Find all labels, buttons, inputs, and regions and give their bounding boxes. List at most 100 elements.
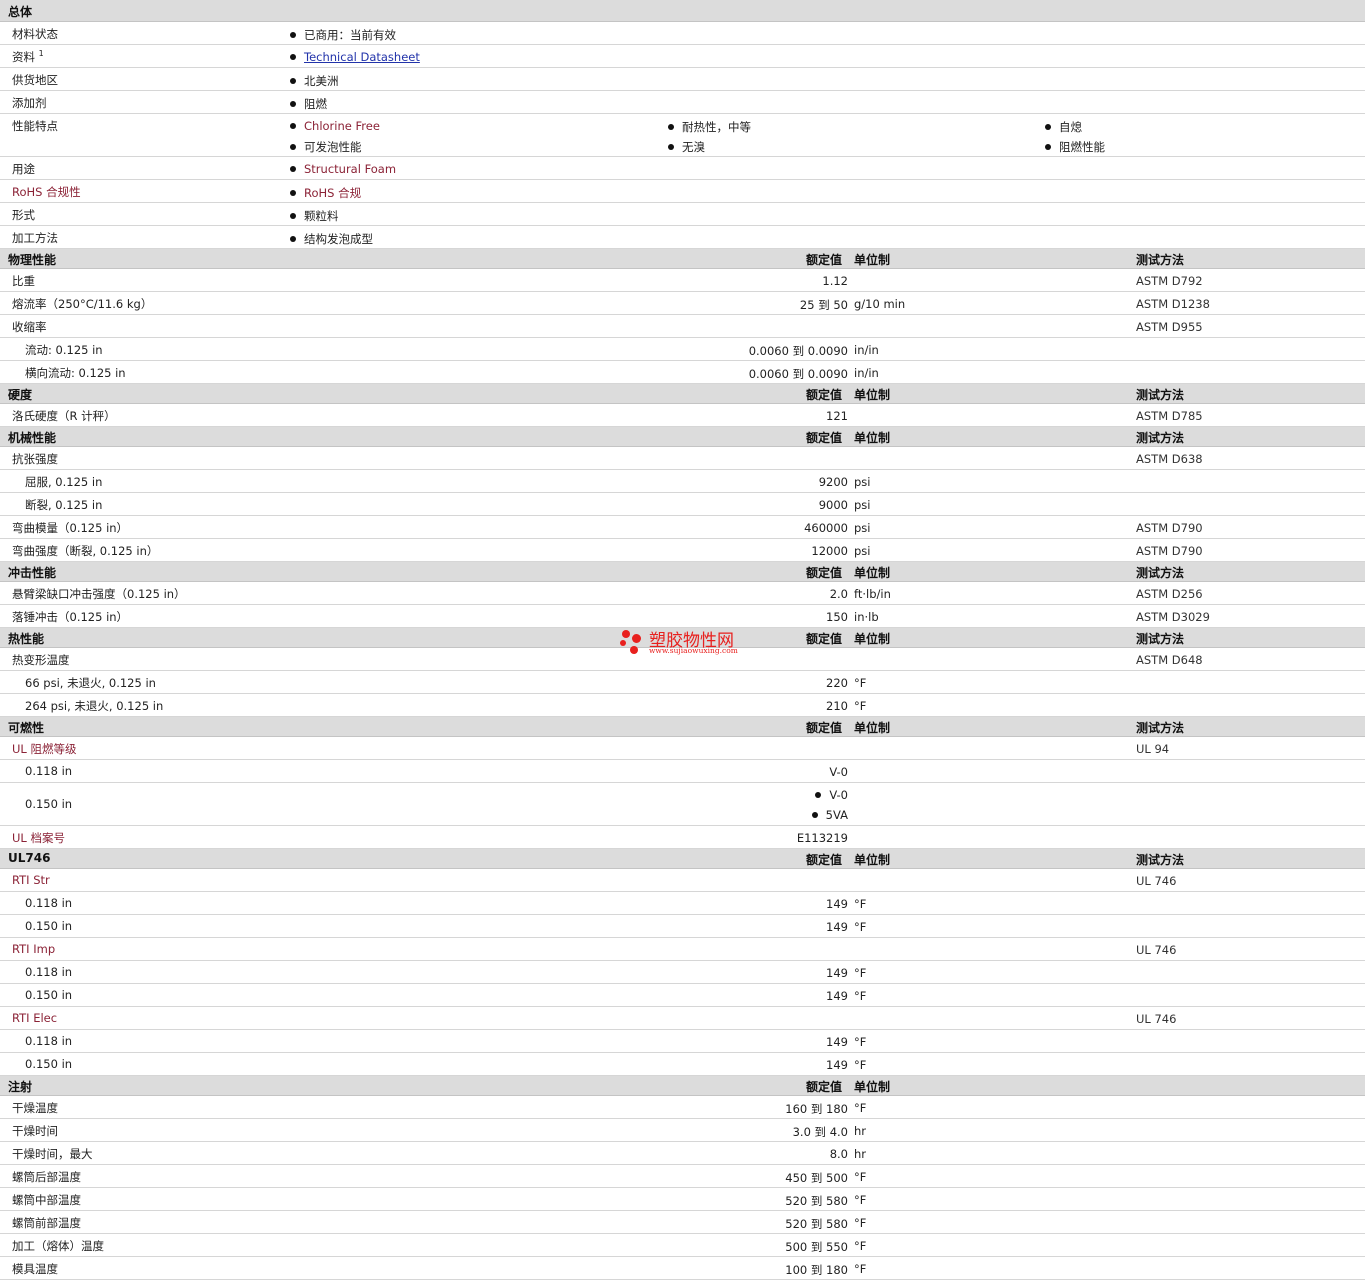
property-value: 160 到 180 [785,1102,848,1116]
test-method: ASTM D790 [1136,521,1203,535]
general-row: 材料状态 已商用：当前有效 [0,22,1365,45]
property-row: 弯曲模量（0.125 in） 460000 psi ASTM D790 [0,516,1365,539]
property-label: 66 psi, 未退火, 0.125 in [25,676,156,690]
property-unit: °F [854,1193,867,1207]
property-value: 8.0 [829,1147,848,1161]
test-method: UL 746 [1136,874,1177,888]
property-label: 干燥时间 [12,1124,58,1138]
property-label: UL 档案号 [12,831,65,845]
footnote-marker: 1 [38,49,44,59]
property-row: RTI Str UL 746 [0,869,1365,892]
test-method: ASTM D256 [1136,587,1203,601]
property-value: 450 到 500 [785,1171,848,1185]
property-row: 模具温度 100 到 180 °F [0,1257,1365,1280]
property-label: 落锤冲击（0.125 in） [12,610,129,624]
property-value: 9000 [818,498,848,512]
section-header: 物理性能 额定值 单位制 测试方法 [0,249,1365,269]
watermark-logo: 塑胶物性网 www.sujiaowuxing.com [618,624,758,660]
property-value: 210 [826,699,848,713]
property-label: RTI Imp [12,942,56,956]
property-row: 加工（熔体）温度 500 到 550 °F [0,1234,1365,1257]
column-test-method: 测试方法 [1136,388,1185,402]
column-nominal: 额定值 [806,253,843,267]
property-row: RTI Imp UL 746 [0,938,1365,961]
property-unit: hr [854,1147,867,1161]
column-unit: 单位制 [854,566,891,580]
bullet-item: RoHS 合规 [290,185,361,201]
property-row: 螺筒前部温度 520 到 580 °F [0,1211,1365,1234]
property-label: 断裂, 0.125 in [25,498,103,512]
section-title: 可燃性 [8,721,45,735]
property-value: 0.0060 到 0.0090 [748,367,848,381]
watermark-url: www.sujiaowuxing.com [649,646,738,655]
test-method: ASTM D785 [1136,409,1203,423]
bullet-item: Technical Datasheet [290,50,420,64]
property-row: 横向流动: 0.125 in 0.0060 到 0.0090 in/in [0,361,1365,384]
property-value: 25 到 50 [799,298,848,312]
column-nominal: 额定值 [806,853,843,867]
section-header: 机械性能 额定值 单位制 测试方法 [0,427,1365,447]
general-row: 形式 颗粒料 [0,203,1365,226]
property-unit: psi [854,544,871,558]
property-unit: °F [854,676,867,690]
property-row: 0.150 in 149 °F [0,1053,1365,1076]
property-unit: °F [854,1170,867,1184]
property-label: 0.150 in [25,988,73,1002]
property-row: 螺筒中部温度 520 到 580 °F [0,1188,1365,1211]
property-unit: °F [854,1035,867,1049]
property-value: 150 [826,610,848,624]
property-value: 0.0060 到 0.0090 [748,344,848,358]
property-row: RTI Elec UL 746 [0,1007,1365,1030]
property-row: 屈服, 0.125 in 9200 psi [0,470,1365,493]
property-unit: °F [854,1101,867,1115]
general-label: RoHS 合规性 [12,185,81,199]
column-test-method: 测试方法 [1136,632,1185,646]
property-value: 9200 [818,475,848,489]
property-value: 3.0 到 4.0 [792,1125,848,1139]
property-row: 264 psi, 未退火, 0.125 in 210 °F [0,694,1365,717]
property-label: 螺筒前部温度 [12,1216,81,1230]
column-unit: 单位制 [854,388,891,402]
property-label: 洛氏硬度（R 计秤） [12,409,116,423]
bullet-value: V-0 [815,788,848,802]
general-label: 性能特点 [12,119,58,133]
column-unit: 单位制 [854,431,891,445]
property-unit: °F [854,1058,867,1072]
property-value: 121 [826,409,848,423]
property-row: 0.118 in 149 °F [0,1030,1365,1053]
section-title: 总体 [8,5,33,19]
property-label: RTI Elec [12,1011,58,1025]
property-unit: °F [854,1239,867,1253]
property-label: 弯曲模量（0.125 in） [12,521,129,535]
bullet-item: 颗粒料 [290,208,339,224]
section-title: 机械性能 [8,431,57,445]
property-row: 收缩率 ASTM D955 [0,315,1365,338]
general-label: 材料状态 [12,27,58,41]
property-label: 加工（熔体）温度 [12,1239,104,1253]
property-value: 149 [826,989,848,1003]
section-header: 冲击性能 额定值 单位制 测试方法 [0,562,1365,582]
property-label: 0.150 in [25,797,73,811]
property-label: 收缩率 [12,320,47,334]
section-title: UL746 [8,851,51,865]
column-test-method: 测试方法 [1136,253,1185,267]
technical-datasheet-link[interactable]: Technical Datasheet [304,50,420,64]
general-label: 资料 1 [12,49,44,64]
column-unit: 单位制 [854,1080,891,1094]
property-label: 0.150 in [25,919,73,933]
property-unit: hr [854,1124,867,1138]
column-nominal: 额定值 [806,566,843,580]
bullet-item: 可发泡性能 [290,139,362,155]
property-row: 干燥时间，最大 8.0 hr [0,1142,1365,1165]
property-label: 264 psi, 未退火, 0.125 in [25,699,164,713]
bullet-item: 无溴 [668,139,705,155]
property-unit: in/in [854,343,879,357]
bullet-item: 自熄 [1045,119,1082,135]
bullet-item: Chlorine Free [290,119,380,133]
property-row: UL 档案号 E113219 [0,826,1365,849]
property-unit: °F [854,897,867,911]
test-method: ASTM D792 [1136,274,1203,288]
general-label: 加工方法 [12,231,58,245]
property-row: 流动: 0.125 in 0.0060 到 0.0090 in/in [0,338,1365,361]
section-title: 注射 [8,1080,33,1094]
